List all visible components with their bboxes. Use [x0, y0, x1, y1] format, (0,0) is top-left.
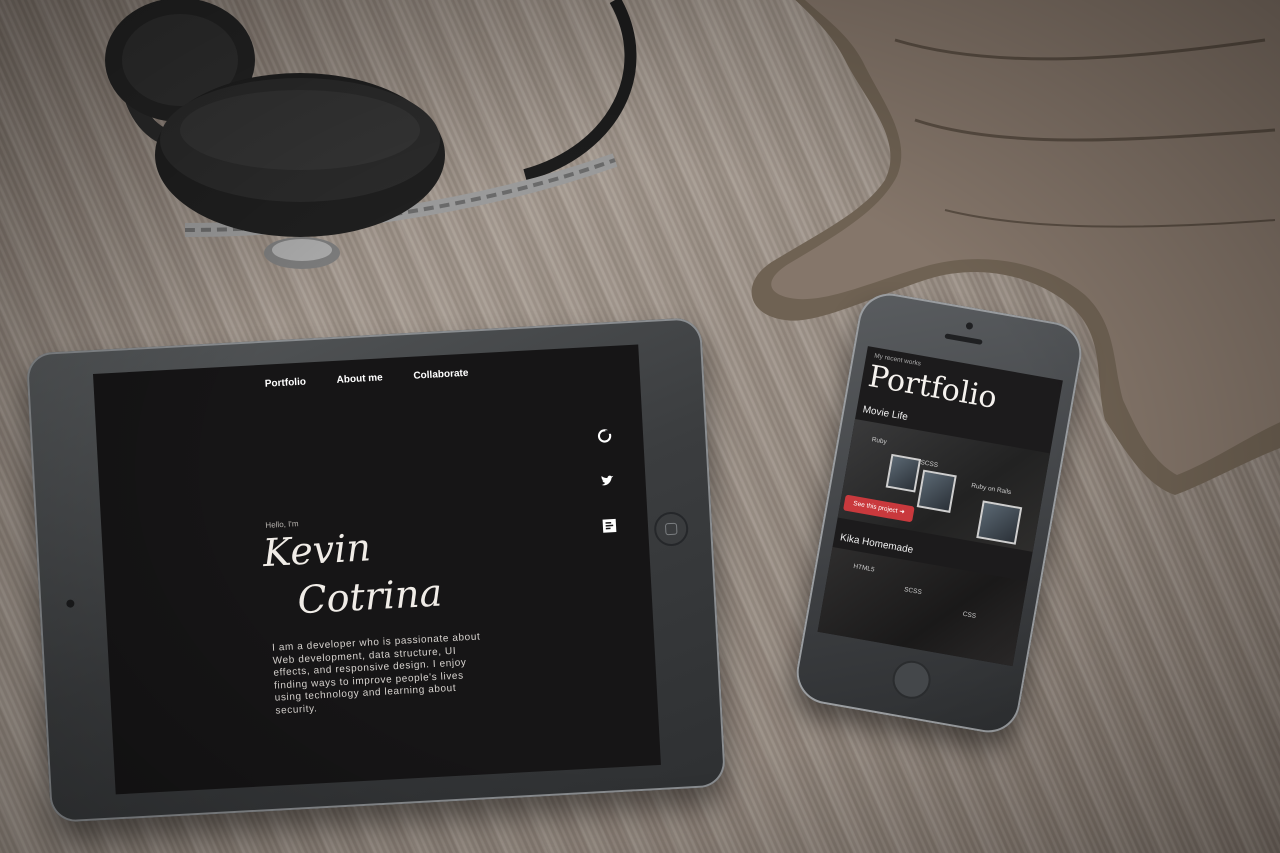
phone-screen: My recent works Portfolio Movie Life Rub…	[817, 346, 1063, 667]
tag-html5: HTML5	[852, 563, 876, 574]
arrow-right-icon: ➜	[898, 508, 906, 516]
top-nav: Portfolio About me Collaborate	[94, 358, 640, 399]
twitter-icon[interactable]	[599, 473, 615, 489]
nav-about-me[interactable]: About me	[336, 372, 383, 385]
first-name: Kevin	[261, 525, 372, 576]
tag-ruby-on-rails: Ruby on Rails	[970, 482, 1012, 497]
phone-speaker	[944, 333, 983, 345]
last-name: Cotrina	[296, 570, 444, 623]
project-thumbnail	[976, 500, 1023, 545]
social-links	[597, 428, 624, 564]
project-thumbnail	[885, 453, 922, 493]
github-icon[interactable]	[597, 428, 613, 444]
project-preview-kika-homemade[interactable]: HTML5 SCSS CSS	[817, 547, 1028, 667]
see-project-label: See this project	[852, 500, 899, 515]
nav-collaborate[interactable]: Collaborate	[413, 368, 469, 382]
hello-text: Hello, I'm	[265, 519, 299, 530]
project-title-movie-life: Movie Life	[861, 404, 909, 424]
tag-css: CSS	[962, 610, 977, 620]
headphones	[105, 0, 637, 269]
tag-scss: SCSS	[903, 586, 923, 597]
medium-icon[interactable]	[602, 518, 618, 534]
project-preview-movie-life[interactable]: Ruby SCSS Ruby on Rails	[837, 418, 1051, 552]
phone-camera	[965, 321, 974, 330]
tablet-screen: Portfolio About me Collaborate Hello, I'…	[92, 344, 661, 795]
tablet-device: Portfolio About me Collaborate Hello, I'…	[25, 317, 727, 823]
tablet-camera	[66, 599, 75, 608]
phone-home-button[interactable]	[889, 657, 934, 702]
tag-scss: SCSS	[919, 459, 939, 470]
project-thumbnail	[916, 469, 957, 513]
tablet-home-button[interactable]	[653, 511, 690, 547]
nav-portfolio[interactable]: Portfolio	[265, 377, 307, 390]
bio-paragraph: I am a developer who is passionate about…	[271, 631, 481, 717]
tag-ruby: Ruby	[871, 436, 888, 446]
